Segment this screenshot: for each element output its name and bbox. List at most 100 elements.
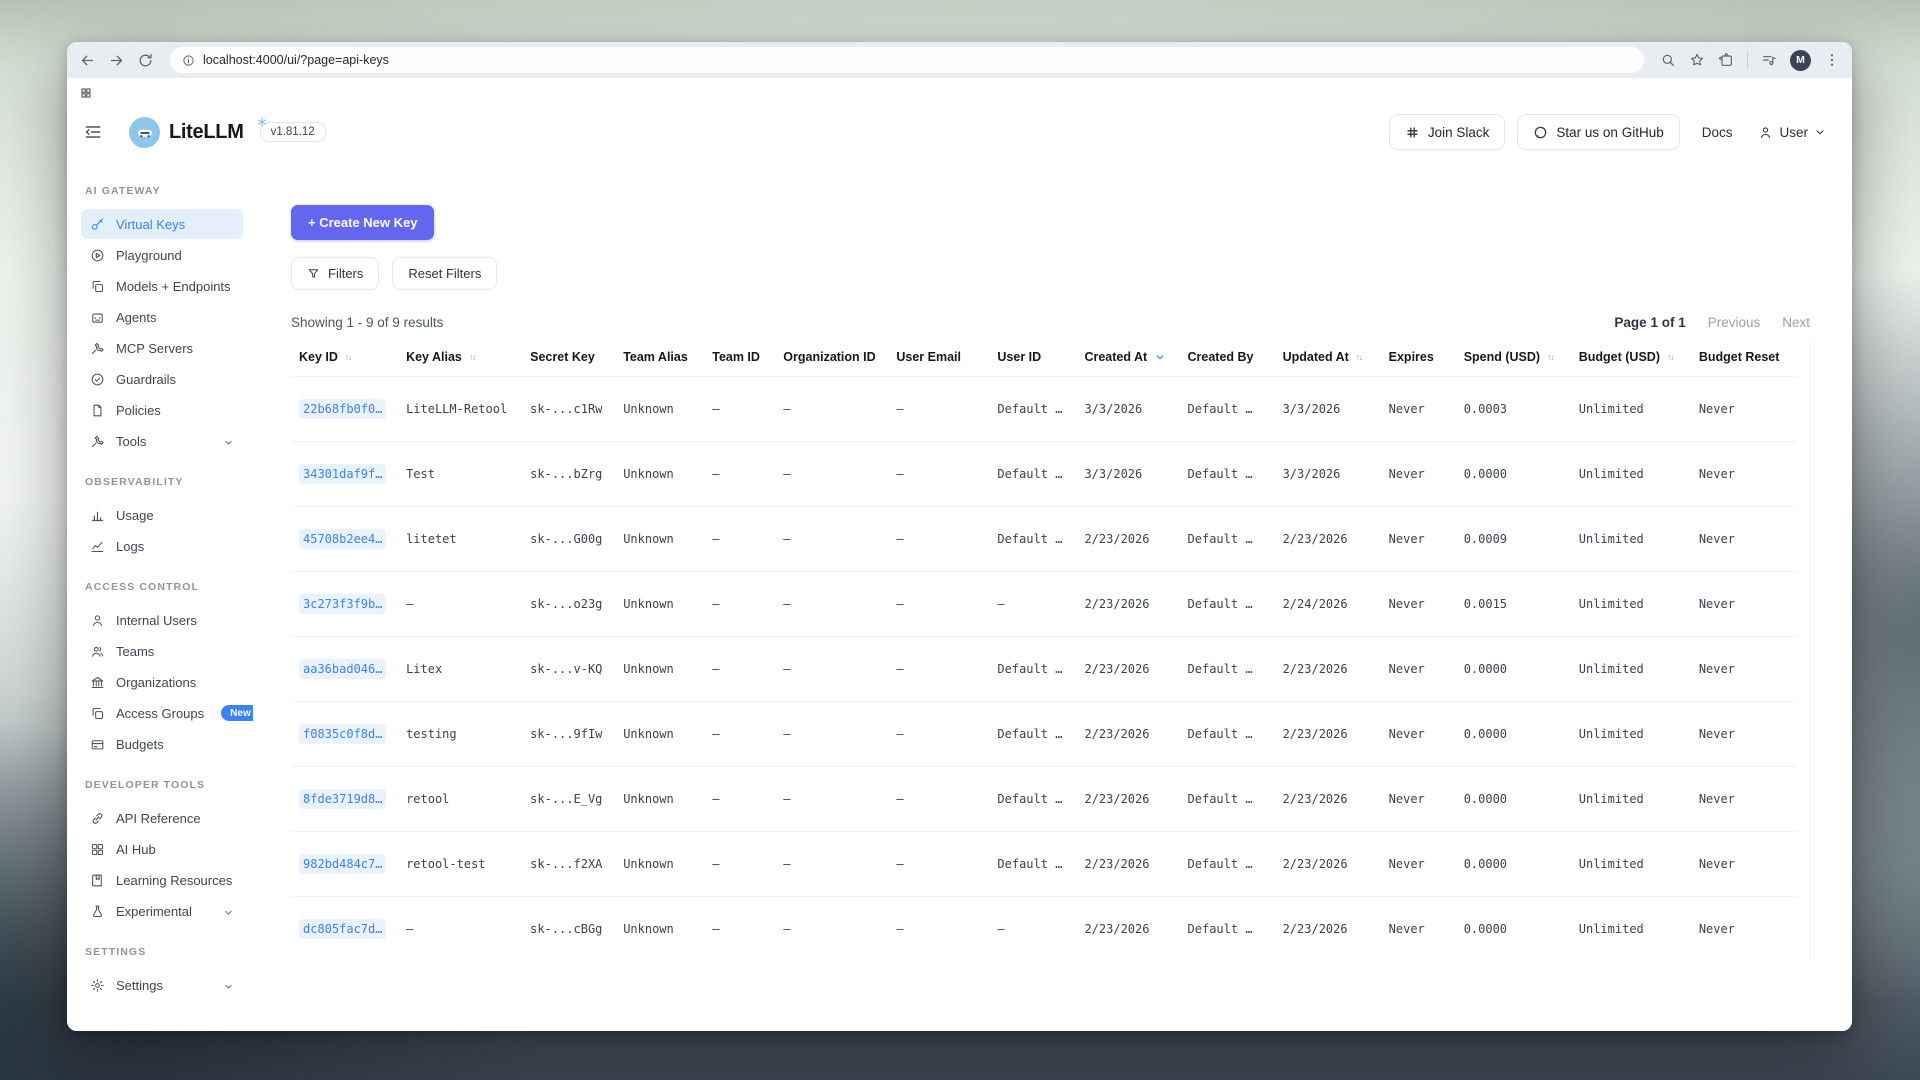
star-github-button[interactable]: Star us on GitHub	[1517, 114, 1679, 150]
key-id-link[interactable]: 3c273f3f9b…	[299, 594, 386, 614]
table-row[interactable]: 3c273f3f9b…–sk-...o23gUnknown––––2/23/20…	[291, 572, 1797, 637]
bank-icon	[90, 675, 105, 690]
sidebar-item-ai-hub[interactable]: AI Hub	[81, 834, 243, 864]
user-menu-label: User	[1779, 125, 1808, 140]
cell-spend-usd: 0.0003	[1456, 377, 1571, 442]
key-id-link[interactable]: f0835c0f8d…	[299, 724, 386, 744]
column-header-key-alias[interactable]: Key Alias↑↓	[398, 342, 522, 377]
cell-key-alias: Litex	[398, 637, 522, 702]
forward-icon[interactable]	[108, 52, 125, 69]
table-row[interactable]: 34301daf9f…Testsk-...bZrgUnknown–––Defau…	[291, 442, 1797, 507]
sort-arrows-icon[interactable]: ↑↓	[1547, 352, 1553, 362]
sidebar-collapse-icon[interactable]	[83, 122, 103, 142]
key-id-link[interactable]: aa36bad046…	[299, 659, 386, 679]
reload-icon[interactable]	[137, 52, 154, 69]
column-header-spend-usd[interactable]: Spend (USD)↑↓	[1456, 342, 1571, 377]
cell-key-alias: testing	[398, 702, 522, 767]
sidebar-item-usage[interactable]: Usage	[81, 500, 243, 530]
filters-button[interactable]: Filters	[291, 257, 379, 290]
table-row[interactable]: aa36bad046…Litexsk-...v-KQUnknown–––Defa…	[291, 637, 1797, 702]
chevron-down-icon	[223, 980, 234, 991]
sidebar-item-tools[interactable]: Tools	[81, 426, 243, 456]
table-row[interactable]: 982bd484c7…retool-testsk-...f2XAUnknown–…	[291, 832, 1797, 897]
sidebar-item-policies[interactable]: Policies	[81, 395, 243, 425]
create-new-key-button[interactable]: + Create New Key	[291, 205, 434, 240]
previous-page-button[interactable]: Previous	[1708, 315, 1761, 330]
models-icon	[90, 279, 105, 294]
next-page-button[interactable]: Next	[1782, 315, 1810, 330]
table-row[interactable]: f0835c0f8d…testingsk-...9fIwUnknown–––De…	[291, 702, 1797, 767]
column-header-key-id[interactable]: Key ID↑↓	[291, 342, 398, 377]
cell-user-email: –	[888, 572, 989, 637]
sidebar-item-internal-users[interactable]: Internal Users	[81, 605, 243, 635]
table-row[interactable]: 8fde3719d8…retoolsk-...E_VgUnknown–––Def…	[291, 767, 1797, 832]
sort-arrows-icon[interactable]: ↑↓	[1667, 352, 1673, 362]
cell-key-id: 45708b2ee4…	[291, 507, 398, 572]
sidebar-item-access-groups[interactable]: Access GroupsNew	[81, 698, 243, 728]
browser-menu-icon[interactable]	[1824, 52, 1840, 68]
key-id-link[interactable]: 8fde3719d8…	[299, 789, 386, 809]
apps-grid-icon[interactable]	[80, 86, 92, 98]
key-id-link[interactable]: 34301daf9f…	[299, 464, 386, 484]
cell-updated-at: 2/23/2026	[1275, 832, 1381, 897]
sidebar-item-learning-resources[interactable]: Learning Resources	[81, 865, 243, 895]
cell-user-id: Default …	[989, 767, 1076, 832]
table-body: 22b68fb0f0…LiteLLM-Retoolsk-...c1RwUnkno…	[291, 377, 1797, 962]
cell-team-id: –	[704, 442, 775, 507]
browser-profile-avatar[interactable]: M	[1790, 50, 1811, 71]
sort-arrows-icon[interactable]: ↑↓	[1356, 352, 1362, 362]
cell-created-at: 2/23/2026	[1076, 572, 1179, 637]
sidebar-item-teams[interactable]: Teams	[81, 636, 243, 666]
key-id-link[interactable]: 22b68fb0f0…	[299, 399, 386, 419]
cell-secret-key: sk-...o23g	[522, 572, 615, 637]
cell-spend-usd: 0.0000	[1456, 832, 1571, 897]
join-slack-button[interactable]: Join Slack	[1389, 114, 1506, 150]
table-row[interactable]: 45708b2ee4…litetetsk-...G00gUnknown–––De…	[291, 507, 1797, 572]
sidebar-item-mcp-servers[interactable]: MCP Servers	[81, 333, 243, 363]
cell-user-email: –	[888, 702, 989, 767]
sidebar-item-budgets[interactable]: Budgets	[81, 729, 243, 759]
column-label: Budget Reset	[1699, 350, 1780, 364]
docs-link[interactable]: Docs	[1702, 125, 1733, 140]
zoom-icon[interactable]	[1660, 52, 1676, 68]
grid-icon	[90, 842, 105, 857]
sidebar-item-models-endpoints[interactable]: Models + Endpoints	[81, 271, 243, 301]
column-header-secret-key: Secret Key	[522, 342, 615, 377]
key-id-link[interactable]: 45708b2ee4…	[299, 529, 386, 549]
table-row[interactable]: 22b68fb0f0…LiteLLM-Retoolsk-...c1RwUnkno…	[291, 377, 1797, 442]
column-header-budget-usd[interactable]: Budget (USD)↑↓	[1571, 342, 1691, 377]
sidebar-item-api-reference[interactable]: API Reference	[81, 803, 243, 833]
back-icon[interactable]	[79, 52, 96, 69]
sidebar-item-playground[interactable]: Playground	[81, 240, 243, 270]
user-menu[interactable]: User	[1758, 125, 1826, 140]
sidebar-item-logs[interactable]: Logs	[81, 531, 243, 561]
column-header-updated-at[interactable]: Updated At↑↓	[1275, 342, 1381, 377]
page-info: Page 1 of 1	[1614, 315, 1685, 330]
site-info-icon[interactable]	[182, 54, 195, 67]
cell-user-id: –	[989, 572, 1076, 637]
sidebar-item-virtual-keys[interactable]: Virtual Keys	[81, 209, 243, 239]
key-id-link[interactable]: 982bd484c7…	[299, 854, 386, 874]
sidebar-item-experimental[interactable]: Experimental	[81, 896, 243, 926]
column-header-team-alias: Team Alias	[615, 342, 704, 377]
column-header-created-at[interactable]: Created At	[1076, 342, 1179, 377]
extensions-icon[interactable]	[1718, 52, 1734, 68]
sidebar-item-settings[interactable]: Settings	[81, 970, 243, 1000]
key-id-link[interactable]: dc805fac7d…	[299, 919, 386, 939]
sort-desc-icon[interactable]	[1154, 351, 1166, 363]
sort-arrows-icon[interactable]: ↑↓	[345, 352, 351, 362]
table-row[interactable]: dc805fac7d…–sk-...cBGgUnknown––––2/23/20…	[291, 897, 1797, 962]
version-badge-wrap: v1.81.12	[260, 122, 326, 142]
url-bar[interactable]: localhost:4000/ui/?page=api-keys	[170, 47, 1644, 73]
sort-arrows-icon[interactable]: ↑↓	[469, 352, 475, 362]
cell-budget-usd: Unlimited	[1571, 442, 1691, 507]
cell-user-email: –	[888, 767, 989, 832]
media-controls-icon[interactable]	[1761, 52, 1777, 68]
bookmark-star-icon[interactable]	[1689, 52, 1705, 68]
sidebar-item-guardrails[interactable]: Guardrails	[81, 364, 243, 394]
sidebar-item-agents[interactable]: Agents	[81, 302, 243, 332]
reset-filters-button[interactable]: Reset Filters	[392, 257, 497, 290]
cell-budget-reset: Never	[1691, 377, 1797, 442]
keys-table-wrap: Key ID↑↓Key Alias↑↓Secret KeyTeam AliasT…	[291, 342, 1810, 961]
sidebar-item-organizations[interactable]: Organizations	[81, 667, 243, 697]
